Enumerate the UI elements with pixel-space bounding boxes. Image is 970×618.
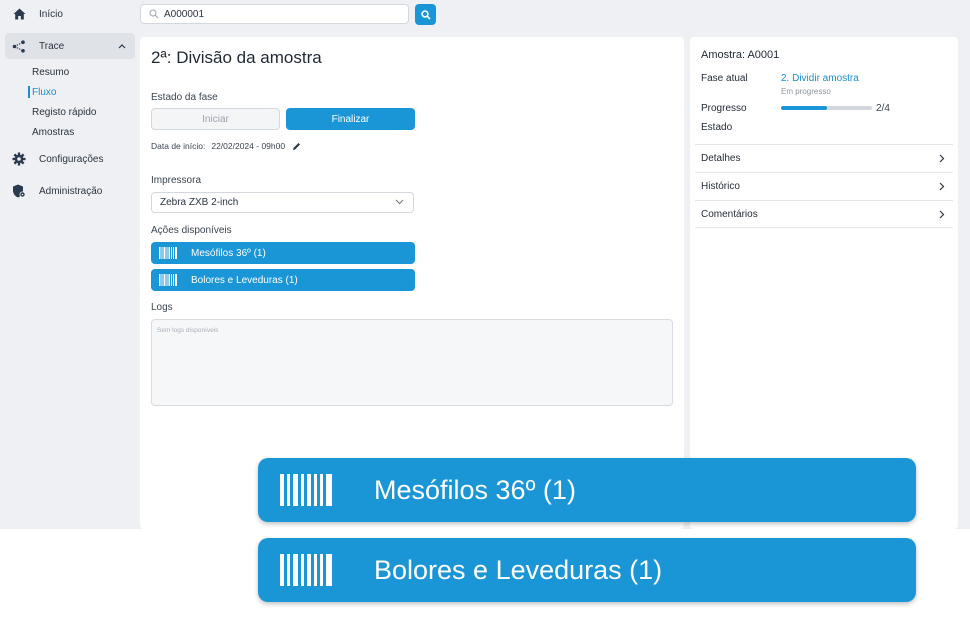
iniciar-button[interactable]: Iniciar (151, 108, 280, 130)
phase-panel: 2ª: Divisão da amostra Estado da fase In… (140, 37, 684, 529)
finalizar-button[interactable]: Finalizar (286, 108, 415, 130)
chevron-up-icon (118, 41, 126, 52)
active-indicator (28, 86, 30, 98)
progress-bar (781, 106, 872, 110)
barcode-icon (280, 474, 332, 506)
search-icon (149, 9, 159, 19)
sample-panel: Amostra: A0001 Fase atual 2. Dividir amo… (690, 37, 958, 529)
callout-label: Bolores e Leveduras (1) (374, 554, 663, 585)
sidebar-item-label: Trace (39, 40, 65, 52)
acoes-label: Ações disponíveis (151, 225, 232, 236)
row-historico[interactable]: Histórico (695, 172, 953, 200)
sample-title: Amostra: A0001 (701, 49, 780, 61)
sidebar-item-label: Início (39, 8, 63, 20)
action-button-bolores[interactable]: Bolores e Leveduras (1) (151, 269, 415, 291)
barcode-icon (159, 247, 177, 259)
start-date: Data de início: 22/02/2024 - 09h00 (151, 141, 301, 151)
progress-fill (781, 106, 827, 110)
sidebar: Início Trace Resumo Fluxo Registo rápido… (0, 0, 140, 529)
callout-label: Mesófilos 36º (1) (374, 474, 576, 505)
barcode-icon (280, 554, 332, 586)
action-label: Bolores e Leveduras (1) (191, 274, 298, 286)
fase-atual-label: Fase atual (701, 73, 748, 84)
chevron-right-icon (939, 182, 945, 191)
search-value: A000001 (164, 8, 205, 20)
row-detalhes[interactable]: Detalhes (695, 144, 953, 172)
callout-button-bolores[interactable]: Bolores e Leveduras (1) (258, 538, 916, 602)
action-label: Mesófilos 36º (1) (191, 247, 266, 259)
estado-fase-label: Estado da fase (151, 92, 218, 103)
sidebar-subitem-amostras[interactable]: Amostras (32, 127, 74, 138)
sidebar-subitem-registo-rapido[interactable]: Registo rápido (32, 107, 96, 118)
chevron-right-icon (939, 210, 945, 219)
row-label: Detalhes (701, 153, 741, 164)
estado-label: Estado (701, 122, 733, 133)
progress-count: 2/4 (876, 103, 890, 114)
home-icon (12, 7, 26, 21)
search-button[interactable] (415, 4, 436, 25)
sidebar-subitem-resumo[interactable]: Resumo (32, 67, 69, 78)
chevron-right-icon (939, 154, 945, 163)
impressora-label: Impressora (151, 175, 202, 186)
date-label: Data de início: (151, 141, 206, 151)
sidebar-item-trace[interactable]: Trace (5, 33, 135, 59)
date-value: 22/02/2024 - 09h00 (211, 141, 286, 151)
sidebar-item-configuracoes[interactable]: Configurações (5, 146, 135, 172)
page-title: 2ª: Divisão da amostra (151, 48, 322, 67)
sidebar-subitem-fluxo[interactable]: Fluxo (32, 87, 56, 98)
logs-placeholder: Sem logs disponíveis (157, 327, 219, 334)
row-label: Histórico (701, 181, 740, 192)
printer-value: Zebra ZXB 2-inch (160, 197, 239, 208)
progresso-label: Progresso (701, 103, 747, 114)
row-label: Comentários (701, 208, 758, 220)
sidebar-item-label: Administração (39, 185, 103, 197)
chevron-down-icon (395, 199, 404, 205)
share-nodes-icon (12, 39, 26, 53)
pencil-icon[interactable] (292, 142, 301, 151)
row-comentarios[interactable]: Comentários (695, 200, 953, 228)
fase-status: Em progresso (781, 87, 831, 96)
printer-select[interactable]: Zebra ZXB 2-inch (151, 192, 414, 213)
shield-gear-icon (12, 184, 26, 198)
callout-button-mesofilos[interactable]: Mesófilos 36º (1) (258, 458, 916, 522)
logs-box[interactable]: Sem logs disponíveis (151, 319, 673, 406)
sidebar-item-label: Configurações (39, 153, 104, 165)
logs-label: Logs (151, 302, 173, 313)
search-icon (420, 9, 431, 20)
sidebar-item-administracao[interactable]: Administração (5, 178, 135, 204)
app-window: Início Trace Resumo Fluxo Registo rápido… (0, 0, 970, 529)
action-button-mesofilos[interactable]: Mesófilos 36º (1) (151, 242, 415, 264)
fase-atual-link[interactable]: 2. Dividir amostra (781, 73, 859, 84)
sidebar-item-inicio[interactable]: Início (5, 1, 135, 27)
gear-icon (12, 152, 26, 166)
barcode-icon (159, 274, 177, 286)
search-input[interactable]: A000001 (140, 4, 409, 24)
